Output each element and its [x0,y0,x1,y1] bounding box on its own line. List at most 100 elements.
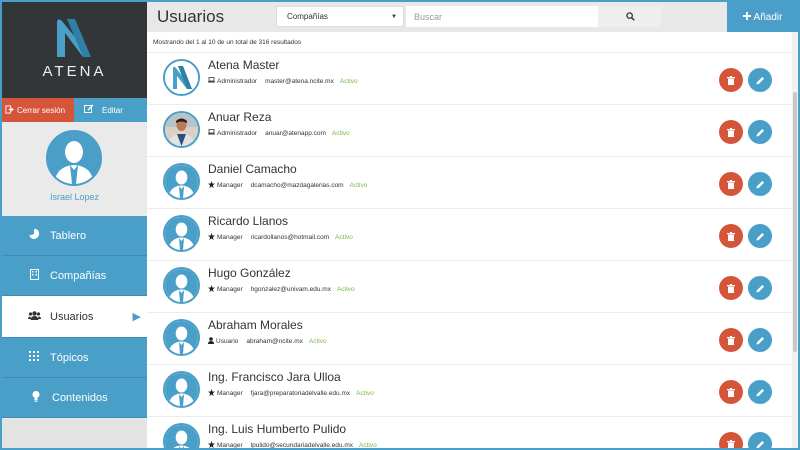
user-email: abraham@ncite.mx [246,338,303,345]
avatar[interactable] [163,319,200,356]
sidebar-item-tablero[interactable]: Tablero [2,216,147,256]
sidebar: ATENA Cerrar sesión Editar Israel Lopez … [2,2,147,448]
table-row[interactable]: Hugo González Manager hgonzalez@univam.e… [147,260,798,312]
user-name[interactable]: Hugo González [208,266,291,280]
status-badge: Activo [331,129,350,137]
sidebar-nav: Tablero Compañías Usuarios ▶ Tópicos Con… [2,216,147,418]
avatar[interactable] [163,423,200,448]
delete-user-button[interactable] [719,68,743,92]
main-content: Usuarios Compañías ▼ Añadir Mostrando de… [147,2,798,448]
table-row[interactable]: Anuar Reza Administrador anuar@atenapp.c… [147,104,798,156]
building-icon [28,268,40,283]
user-name[interactable]: Daniel Camacho [208,162,297,176]
profile-card: Israel Lopez [2,122,147,212]
edit-user-button[interactable] [748,224,772,248]
toolbar: Usuarios Compañías ▼ Añadir [147,2,798,32]
add-user-button[interactable]: Añadir [727,2,798,32]
status-badge: Activo [336,286,355,293]
trash-icon [727,231,735,241]
delete-user-button[interactable] [719,380,743,404]
delete-user-button[interactable] [719,224,743,248]
user-name[interactable]: Ing. Francisco Jara Ulloa [208,370,341,384]
sidebar-item-topicos[interactable]: Tópicos [2,338,147,378]
active-indicator-icon: ▶ [132,311,141,323]
edit-user-button[interactable] [748,432,772,448]
filter-selected-value: Compañías [287,12,328,21]
avatar[interactable] [163,267,200,304]
user-email: fjara@preparatoriadelvalle.edu.mx [250,390,351,397]
delete-user-button[interactable] [719,328,743,352]
user-name[interactable]: Ricardo Llanos [208,214,288,228]
avatar[interactable] [163,111,200,148]
table-row[interactable]: Daniel Camacho Manager dcamacho@mazdagal… [147,156,798,208]
user-role: Usuario [208,337,238,346]
avatar[interactable] [163,371,200,408]
avatar[interactable] [163,215,200,252]
user-meta: Manager hgonzalez@univam.edu.mx Activo [208,285,355,294]
sidebar-footer [2,419,147,448]
profile-name[interactable]: Israel Lopez [2,192,147,202]
atena-logo-icon [55,17,93,64]
edit-profile-button[interactable]: Editar [74,98,147,122]
edit-user-button[interactable] [748,328,772,352]
table-row[interactable]: Ing. Francisco Jara Ulloa Manager fjara@… [147,364,798,416]
status-badge: Activo [308,338,327,345]
results-summary: Mostrando del 1 al 10 de un total de 316… [153,38,302,46]
users-icon [28,310,41,323]
user-role: Manager [208,181,243,190]
user-name[interactable]: Abraham Morales [208,318,303,332]
user-name[interactable]: Anuar Reza [208,110,271,124]
edit-user-button[interactable] [748,172,772,196]
delete-user-button[interactable] [719,172,743,196]
sidebar-item-companias[interactable]: Compañías [2,256,147,296]
user-meta: Usuario abraham@ncite.mx Activo [208,337,327,346]
trash-icon [727,335,735,345]
delete-user-button[interactable] [719,120,743,144]
pie-chart-icon [28,228,40,242]
avatar[interactable] [163,163,200,200]
role-label: Usuario [216,338,239,345]
delete-user-button[interactable] [719,432,743,448]
pencil-icon [756,284,764,292]
sidebar-item-usuarios[interactable]: Usuarios ▶ [2,296,147,338]
edit-user-button[interactable] [748,120,772,144]
edit-user-button[interactable] [748,276,772,300]
pencil-icon [756,336,764,344]
table-row[interactable]: Ing. Luis Humberto Pulido Manager lpulid… [147,416,798,448]
edit-user-button[interactable] [748,380,772,404]
user-meta: Manager ricardollanos@hotmail.com Activo [208,233,353,242]
avatar[interactable] [46,130,102,186]
logout-button[interactable]: Cerrar sesión [2,98,74,122]
table-row[interactable]: Atena Master Administrador master@atena.… [147,52,798,104]
pencil-icon [756,180,764,188]
scrollbar[interactable] [792,32,798,448]
trash-icon [727,179,735,189]
page-title: Usuarios [157,7,225,26]
role-label: Manager [217,234,243,241]
laptop-icon [208,77,215,85]
trash-icon [727,283,735,293]
sidebar-item-label: Tablero [50,229,87,242]
caret-down-icon: ▼ [391,13,397,20]
role-label: Manager [217,182,243,189]
star-icon [208,181,215,190]
delete-user-button[interactable] [719,276,743,300]
user-email: master@atena.ncite.mx [265,77,334,85]
edit-user-button[interactable] [748,68,772,92]
table-row[interactable]: Ricardo Llanos Manager ricardollanos@hot… [147,208,798,260]
sidebar-item-contenidos[interactable]: Contenidos [2,378,147,418]
user-name[interactable]: Ing. Luis Humberto Pulido [208,422,346,436]
search-input[interactable] [406,6,598,27]
sidebar-item-label: Usuarios [50,310,94,323]
table-row[interactable]: Abraham Morales Usuario abraham@ncite.mx… [147,312,798,364]
avatar[interactable] [163,59,200,96]
status-badge: Activo [356,390,374,397]
pencil-icon [756,76,764,84]
company-filter-select[interactable]: Compañías ▼ [276,6,404,27]
add-label: Añadir [753,11,783,23]
sidebar-item-label: Tópicos [50,351,89,364]
user-name[interactable]: Atena Master [208,58,279,72]
search-button[interactable] [598,6,662,27]
scrollbar-thumb[interactable] [793,92,797,352]
user-meta: Administrador master@atena.ncite.mx Acti… [208,77,358,85]
